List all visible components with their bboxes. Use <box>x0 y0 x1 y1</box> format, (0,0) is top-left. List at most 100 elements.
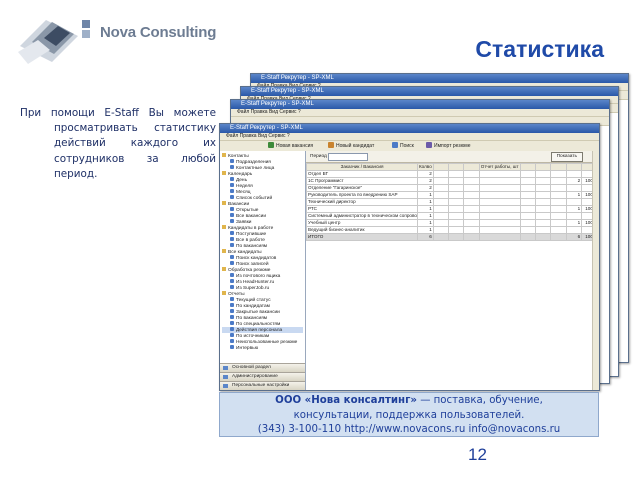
column-header <box>432 163 450 171</box>
item-icon <box>230 339 234 343</box>
nav-button-personal-settings[interactable]: Персональные настройки <box>220 381 305 390</box>
row-value <box>534 212 552 220</box>
nova-consulting-logo: Nova Consulting <box>18 6 216 68</box>
vacancy-icon <box>268 142 274 148</box>
row-value <box>550 184 567 192</box>
row-value <box>448 198 465 206</box>
menu-bar: Файл Правка Вид Сервис ? <box>231 109 609 117</box>
item-icon <box>230 207 234 211</box>
row-value <box>448 212 465 220</box>
row-value <box>519 226 536 234</box>
item-icon <box>230 333 234 337</box>
row-value <box>463 212 480 220</box>
sidebar-nav: Контакты Подразделения Контактные лица Кале… <box>220 151 306 390</box>
nav-button-administration[interactable]: Администрирование <box>220 372 305 381</box>
nav-label: Интервью <box>236 346 259 351</box>
nav-button-main-section[interactable]: Основной раздел <box>220 363 305 372</box>
row-name: Ведущий бизнес-аналитик <box>306 226 418 234</box>
item-icon <box>230 165 234 169</box>
item-icon <box>230 177 234 181</box>
row-value <box>432 233 450 241</box>
column-header <box>519 163 536 171</box>
row-count: 2 <box>417 184 434 192</box>
row-name: Отдел БТ <box>306 170 418 178</box>
row-name: Учебный центр <box>306 219 418 227</box>
row-value: 2 <box>565 177 583 185</box>
item-icon <box>230 321 234 325</box>
filter-bar: Период Показать <box>306 151 599 163</box>
row-value <box>448 205 465 213</box>
row-value <box>448 191 465 199</box>
row-name: Системный администратор в техническом со… <box>306 212 418 220</box>
candidate-icon <box>328 142 334 148</box>
row-value <box>565 226 583 234</box>
row-value <box>534 170 552 178</box>
table-total-row[interactable]: ИТОГО66100% <box>306 233 599 241</box>
table-row[interactable]: Отдел БТ 2 <box>306 170 599 178</box>
table-row[interactable]: Отделение "Гагаринское" 2 <box>306 184 599 192</box>
column-header <box>550 163 567 171</box>
footer-line-1: ООО «Нова консалтинг» — поставка, обучен… <box>220 394 598 409</box>
item-icon <box>230 189 234 193</box>
item-icon <box>230 237 234 241</box>
row-value <box>463 170 480 178</box>
main-app-window[interactable]: E-Staff Рекрутер - SP-XML Файл Правка Ви… <box>219 123 600 391</box>
table-row[interactable]: Учебный центр11100% <box>306 219 599 227</box>
column-header <box>565 163 583 171</box>
row-value <box>550 233 567 241</box>
toolbar-button-search[interactable]: Поиск <box>392 141 414 151</box>
item-icon <box>230 195 234 199</box>
toolbar-button-new-vacancy[interactable]: Новая вакансия <box>268 141 313 151</box>
row-value <box>448 184 465 192</box>
row-value <box>519 205 536 213</box>
row-value <box>463 233 480 241</box>
row-value <box>478 219 521 227</box>
statistics-table: Заказчик / Вакансия Колво Отчет работы, шт… <box>306 163 599 241</box>
row-value <box>550 226 567 234</box>
page-number: 12 <box>468 445 487 464</box>
period-select[interactable] <box>328 153 368 161</box>
row-value <box>432 226 450 234</box>
table-row[interactable]: Ведущий бизнес-аналитик 1 <box>306 226 599 234</box>
search-icon <box>392 142 398 148</box>
row-value <box>519 233 536 241</box>
footer-contacts[interactable]: (343) 3-100-110 http://www.novacons.ru i… <box>220 423 598 438</box>
column-header: Колво <box>417 163 434 171</box>
row-value <box>478 226 521 234</box>
row-count: 1 <box>417 198 434 206</box>
toolbar-button-import-resume[interactable]: Импорт резюме <box>426 141 471 151</box>
toolbar-label: Поиск <box>400 143 414 149</box>
table-row[interactable]: Технический директор 1 <box>306 198 599 206</box>
row-value <box>432 219 450 227</box>
nav-button-label: Персональные настройки <box>232 383 290 388</box>
table-row[interactable]: 1С Программист22100% <box>306 177 599 185</box>
vertical-scrollbar[interactable] <box>592 151 599 390</box>
folder-icon <box>222 225 226 229</box>
item-icon <box>230 303 234 307</box>
row-value <box>463 198 480 206</box>
table-row[interactable]: Руководитель проекта по внедрению SAP111… <box>306 191 599 199</box>
nav-item[interactable]: Интервью <box>222 345 303 351</box>
slide-title: Статистика <box>475 36 604 62</box>
row-value <box>550 170 567 178</box>
item-icon <box>230 219 234 223</box>
item-icon <box>230 327 234 331</box>
row-value <box>448 219 465 227</box>
row-value <box>550 198 567 206</box>
row-value <box>534 184 552 192</box>
row-value <box>565 184 583 192</box>
column-header: Заказчик / Вакансия <box>306 163 418 171</box>
row-value <box>478 198 521 206</box>
row-count: 1 <box>417 191 434 199</box>
period-label: Период <box>310 154 327 159</box>
row-value <box>432 212 450 220</box>
item-icon <box>230 309 234 313</box>
table-row[interactable]: Системный администратор в техническом со… <box>306 212 599 220</box>
row-value <box>519 219 536 227</box>
toolbar-button-new-candidate[interactable]: Новый кандидат <box>328 141 374 151</box>
row-count: 1 <box>417 219 434 227</box>
menu-bar[interactable]: Файл Правка Вид Сервис ? <box>220 133 599 141</box>
show-button[interactable]: Показать <box>550 152 583 162</box>
table-row[interactable]: РТС11100% <box>306 205 599 213</box>
row-value <box>463 184 480 192</box>
